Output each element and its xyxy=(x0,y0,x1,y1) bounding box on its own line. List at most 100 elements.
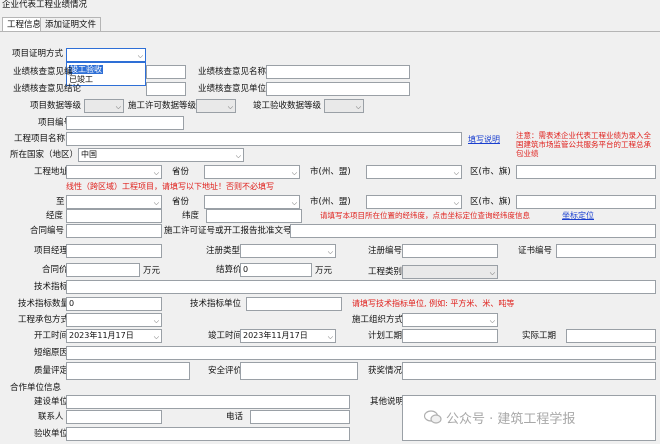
chevron-down-icon: ⌵ xyxy=(291,199,297,207)
project-data-level-label: 项目数据等级 xyxy=(30,101,82,111)
quality-label: 质量评定 xyxy=(34,366,69,376)
permit-no-input[interactable] xyxy=(290,224,656,238)
contract-price-label: 合同价 xyxy=(42,265,68,275)
pm-label: 项目经理 xyxy=(34,246,69,256)
dropdown-option[interactable]: 竣工验收 xyxy=(69,65,103,74)
notice-text: 注意：需表述企业代表工程业绩为录入全国建筑市场监管公共服务平台的工程总承包业绩 xyxy=(516,131,651,158)
chevron-down-icon: ⌵ xyxy=(489,269,495,277)
proof-method-label: 项目证明方式 xyxy=(12,49,64,59)
longitude-label: 经度 xyxy=(46,211,64,221)
builder-input[interactable] xyxy=(66,395,350,409)
finish-time-value: 2023年11月17日 xyxy=(243,331,308,340)
proof-method-select[interactable]: ⌵ xyxy=(66,48,146,62)
province-select[interactable]: ⌵ xyxy=(204,165,300,179)
reg-no-input[interactable] xyxy=(402,244,498,258)
perf-cert-unit-label: 业绩核查意见单位 xyxy=(198,84,267,94)
start-time-value: 2023年11月17日 xyxy=(69,331,134,340)
finish-time-label: 竣工时间 xyxy=(208,331,243,341)
contract-no-input[interactable] xyxy=(66,224,162,238)
chevron-down-icon: ⌵ xyxy=(327,333,333,341)
to-province-label: 省份 xyxy=(172,197,190,207)
acceptance-data-level-select[interactable]: ⌵ xyxy=(324,99,364,113)
tab-divider xyxy=(0,31,660,32)
to-label: 至 xyxy=(56,197,65,207)
chevron-down-icon: ⌵ xyxy=(153,333,159,341)
reg-no-label: 注册编号 xyxy=(368,246,403,256)
country-label: 所在国家（地区） xyxy=(10,150,79,160)
contract-mode-label: 工程承包方式 xyxy=(18,315,70,325)
to-city-select[interactable]: ⌵ xyxy=(366,195,462,209)
address-select[interactable]: ⌵ xyxy=(66,165,162,179)
awards-input[interactable] xyxy=(402,362,656,380)
safety-label: 安全评价 xyxy=(208,366,243,376)
city-label: 市(州、盟) xyxy=(310,167,351,177)
start-time-label: 开工时间 xyxy=(34,331,69,341)
project-type-select[interactable]: ⌵ xyxy=(402,265,498,279)
shorten-reason-input[interactable] xyxy=(66,346,656,360)
chevron-down-icon: ⌵ xyxy=(327,248,333,256)
tech-index-label: 技术指标 xyxy=(34,282,69,292)
pm-input[interactable] xyxy=(66,244,162,258)
perf-cert-conclusion-label: 业绩核查意见结论 xyxy=(13,84,82,94)
linear-project-note: 线性（跨区域）工程项目，请填写以下地址！否则不必填写 xyxy=(66,182,274,191)
coords-locate-link[interactable]: 坐标定位 xyxy=(562,210,594,221)
perf-cert-name-input[interactable] xyxy=(266,65,410,79)
safety-input[interactable] xyxy=(240,362,358,380)
permit-no-label: 施工许可证号或开工报告批准文号 xyxy=(164,226,292,236)
province-label: 省份 xyxy=(172,167,190,177)
perf-cert-no-label: 业绩核查意见编 xyxy=(13,67,73,77)
tech-qty-label: 技术指标数量 xyxy=(18,299,70,309)
project-name-input[interactable] xyxy=(66,132,462,146)
district-label: 区(市、旗) xyxy=(470,167,511,177)
contact-label: 联系人 xyxy=(38,412,64,422)
project-data-level-select[interactable]: ⌵ xyxy=(84,99,124,113)
plan-period-input[interactable] xyxy=(402,329,498,343)
actual-period-input[interactable] xyxy=(566,329,656,343)
settle-price-value: 0 xyxy=(243,265,249,274)
chevron-down-icon: ⌵ xyxy=(115,103,121,111)
tech-unit-input[interactable] xyxy=(246,297,342,311)
project-no-input[interactable] xyxy=(66,116,184,130)
country-select[interactable]: 中国 ⌵ xyxy=(78,148,244,162)
tech-qty-value: 0 xyxy=(69,299,75,308)
perf-cert-no-input[interactable] xyxy=(146,65,186,79)
project-type-label: 工程类别 xyxy=(368,267,403,277)
latitude-input[interactable] xyxy=(206,209,302,223)
cert-no-label: 证书编号 xyxy=(518,246,553,256)
perf-cert-name-label: 业绩核查意见名称 xyxy=(198,67,267,77)
perf-cert-unit-input[interactable] xyxy=(266,82,410,96)
contract-price-unit: 万元 xyxy=(143,266,161,276)
permit-data-level-select[interactable]: ⌵ xyxy=(196,99,236,113)
acceptance-data-level-label: 竣工验收数据等级 xyxy=(253,101,322,111)
finish-time-picker[interactable]: 2023年11月17日 ⌵ xyxy=(240,329,336,343)
org-mode-select[interactable]: ⌵ xyxy=(402,313,498,327)
latitude-label: 纬度 xyxy=(182,211,200,221)
reg-type-select[interactable]: ⌵ xyxy=(240,244,336,258)
to-address-select[interactable]: ⌵ xyxy=(66,195,162,209)
to-district-label: 区(市、旗) xyxy=(470,197,511,207)
contact-input[interactable] xyxy=(66,410,162,424)
tech-index-input[interactable] xyxy=(66,280,656,294)
phone-input[interactable] xyxy=(250,410,350,424)
chevron-down-icon: ⌵ xyxy=(489,317,495,325)
tech-qty-input[interactable]: 0 xyxy=(66,297,162,311)
longitude-input[interactable] xyxy=(66,209,162,223)
chevron-down-icon: ⌵ xyxy=(137,52,143,60)
to-province-select[interactable]: ⌵ xyxy=(204,195,300,209)
city-select[interactable]: ⌵ xyxy=(366,165,462,179)
district-input[interactable] xyxy=(516,165,656,179)
to-district-input[interactable] xyxy=(516,195,656,209)
settle-price-input[interactable]: 0 xyxy=(240,263,312,277)
awards-label: 获奖情况 xyxy=(368,366,403,376)
fill-rules-link[interactable]: 填写说明 xyxy=(468,134,500,145)
chevron-down-icon: ⌵ xyxy=(453,169,459,177)
contract-mode-select[interactable]: ⌵ xyxy=(66,313,162,327)
start-time-picker[interactable]: 2023年11月17日 ⌵ xyxy=(66,329,162,343)
quality-input[interactable] xyxy=(66,362,190,380)
perf-cert-conclusion-input[interactable] xyxy=(146,82,186,96)
contract-price-input[interactable] xyxy=(66,263,140,277)
acceptance-unit-input[interactable] xyxy=(66,427,350,441)
cert-no-input[interactable] xyxy=(556,244,656,258)
tab-add-proof-files[interactable]: 添加证明文件 xyxy=(40,17,102,32)
builder-label: 建设单位 xyxy=(34,397,69,407)
